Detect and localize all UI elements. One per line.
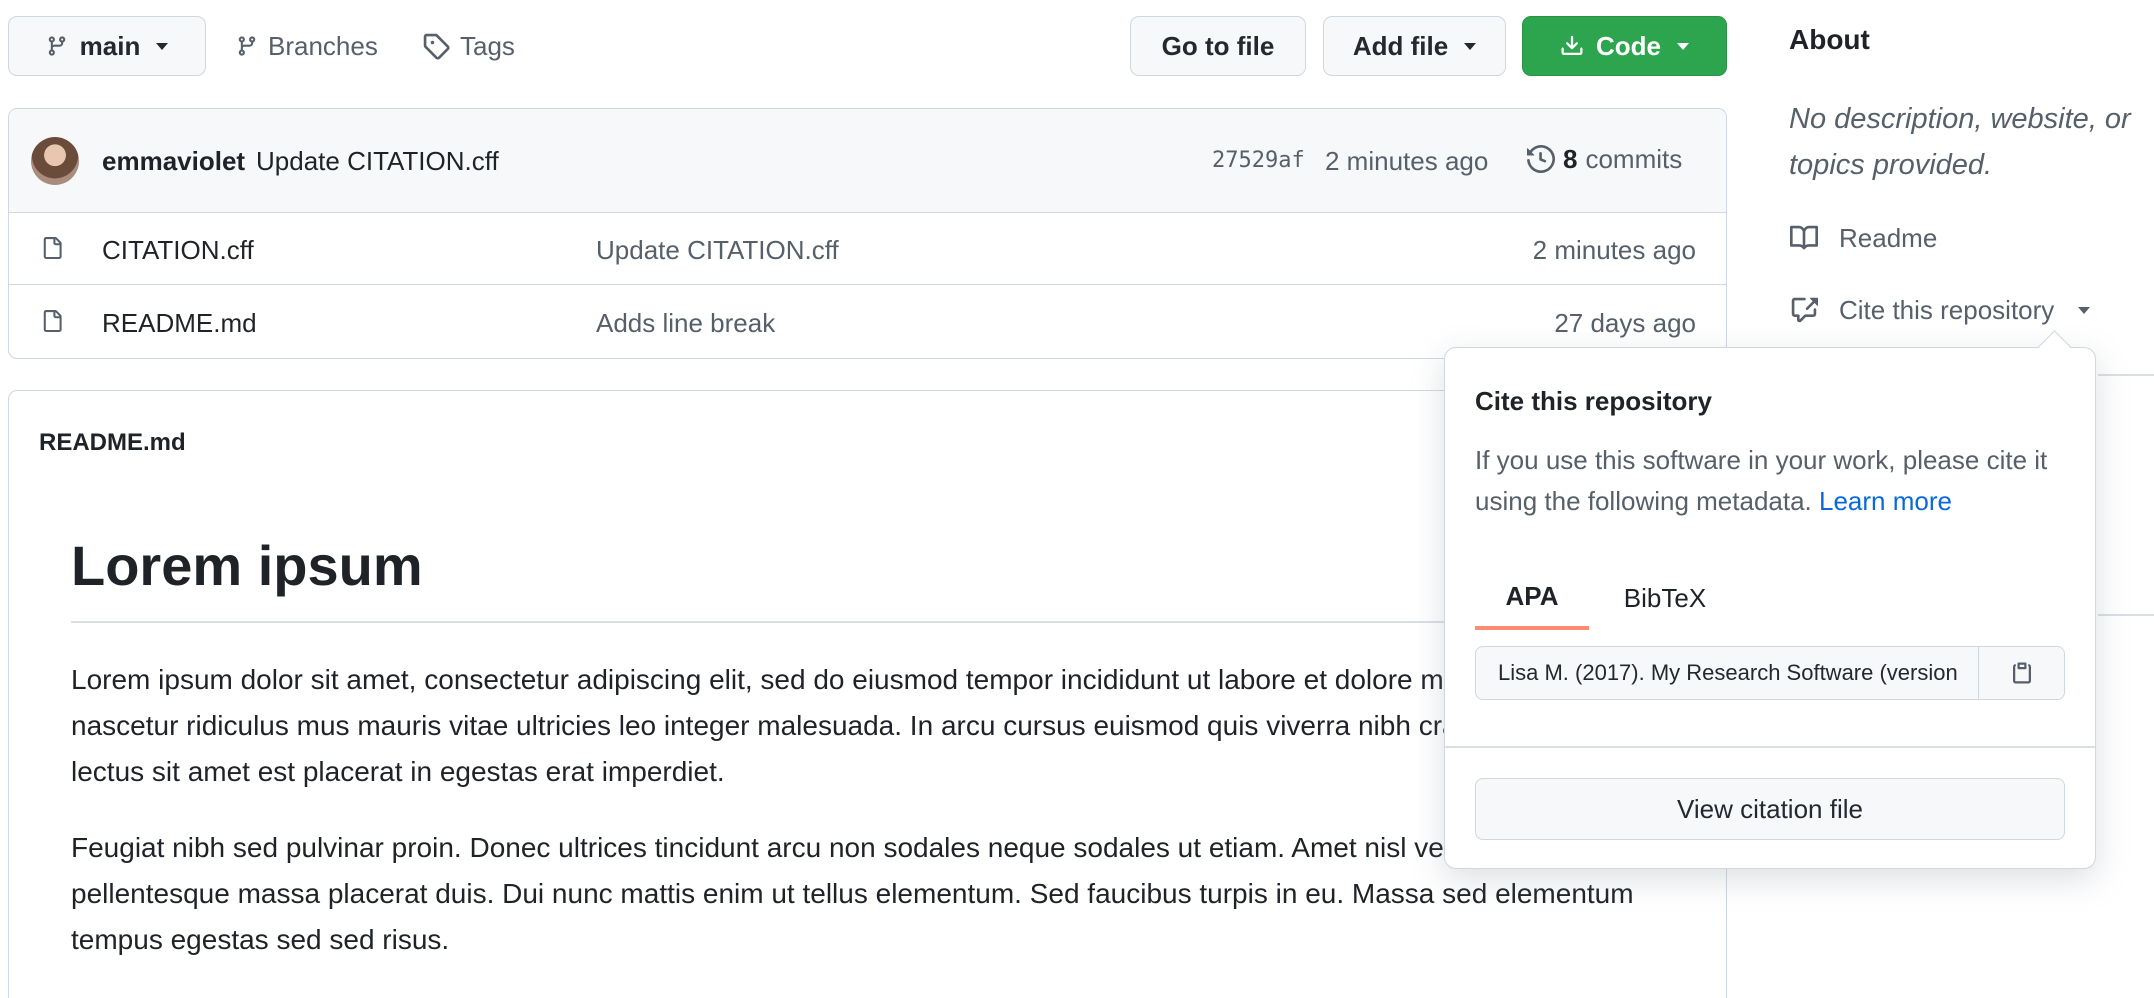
clipboard-icon	[2010, 659, 2034, 687]
commits-link[interactable]: 8 commits	[1527, 139, 1682, 179]
file-row: CITATION.cff Update CITATION.cff 2 minut…	[9, 213, 1726, 285]
cite-repository-label: Cite this repository	[1839, 294, 2055, 325]
code-button[interactable]: Code	[1522, 16, 1727, 76]
popover-description-text: If you use this software in your work, p…	[1475, 445, 2048, 516]
chevron-down-icon	[156, 42, 169, 50]
readme-sidebar-label: Readme	[1839, 222, 1938, 253]
file-name-link[interactable]: README.md	[102, 308, 257, 339]
tag-icon	[422, 32, 450, 60]
branch-selector-button[interactable]: main	[8, 16, 206, 76]
readme-header[interactable]: README.md	[39, 429, 186, 457]
latest-commit-row: emmaviolet Update CITATION.cff 27529af 2…	[9, 109, 1726, 213]
file-commit-message[interactable]: Adds line break	[596, 308, 775, 339]
about-description: No description, website, or topics provi…	[1789, 103, 2131, 181]
add-file-label: Add file	[1352, 30, 1449, 61]
file-name-link[interactable]: CITATION.cff	[102, 235, 254, 266]
chevron-down-icon	[1677, 42, 1689, 50]
tags-label: Tags	[460, 30, 515, 61]
go-to-file-button[interactable]: Go to file	[1130, 16, 1306, 76]
commit-count: 8	[1563, 143, 1578, 174]
file-commit-time: 27 days ago	[1554, 308, 1696, 338]
readme-sidebar-link[interactable]: Readme	[1789, 218, 1937, 258]
tab-bibtex[interactable]: BibTeX	[1605, 566, 1725, 630]
commit-author[interactable]: emmaviolet	[102, 146, 245, 177]
commit-sha[interactable]: 27529af	[1212, 148, 1305, 173]
commit-time: 2 minutes ago	[1325, 146, 1489, 176]
quote-icon	[1789, 296, 1819, 324]
tab-apa[interactable]: APA	[1475, 566, 1589, 630]
file-icon	[41, 308, 63, 334]
cite-repository-toggle[interactable]: Cite this repository	[1789, 290, 2091, 330]
commit-message[interactable]: Update CITATION.cff	[256, 146, 499, 177]
popover-title: Cite this repository	[1475, 386, 1712, 416]
view-citation-file-button[interactable]: View citation file	[1475, 778, 2065, 840]
citation-input[interactable]	[1476, 647, 1981, 699]
add-file-button[interactable]: Add file	[1323, 16, 1506, 76]
file-list: emmaviolet Update CITATION.cff 27529af 2…	[8, 108, 1727, 359]
branch-name: main	[79, 30, 141, 61]
about-title: About	[1789, 24, 1870, 55]
book-icon	[1789, 224, 1819, 252]
code-label: Code	[1596, 30, 1661, 61]
history-icon	[1527, 145, 1555, 173]
tags-link[interactable]: Tags	[422, 26, 515, 66]
sidebar-divider	[2098, 374, 2154, 376]
avatar[interactable]	[31, 137, 79, 185]
git-branch-icon	[236, 33, 258, 59]
download-icon	[1560, 33, 1584, 59]
branches-label: Branches	[268, 30, 378, 61]
file-commit-time: 2 minutes ago	[1532, 235, 1696, 265]
cite-repository-popover: Cite this repository If you use this sof…	[1444, 347, 2096, 869]
file-icon	[41, 235, 63, 261]
file-commit-message[interactable]: Update CITATION.cff	[596, 235, 839, 266]
citation-field	[1475, 646, 2065, 700]
readme-title: Lorem ipsum	[71, 534, 423, 597]
chevron-down-icon	[1464, 42, 1477, 50]
sidebar-divider	[2098, 614, 2154, 616]
popover-description: If you use this software in your work, p…	[1475, 440, 2075, 522]
chevron-down-icon	[2078, 306, 2091, 314]
commits-label: commits	[1585, 143, 1683, 174]
learn-more-link[interactable]: Learn more	[1819, 486, 1952, 516]
copy-button[interactable]	[1978, 647, 2064, 699]
branches-link[interactable]: Branches	[236, 26, 378, 66]
git-branch-icon	[46, 33, 68, 59]
popover-divider	[1445, 746, 2095, 748]
